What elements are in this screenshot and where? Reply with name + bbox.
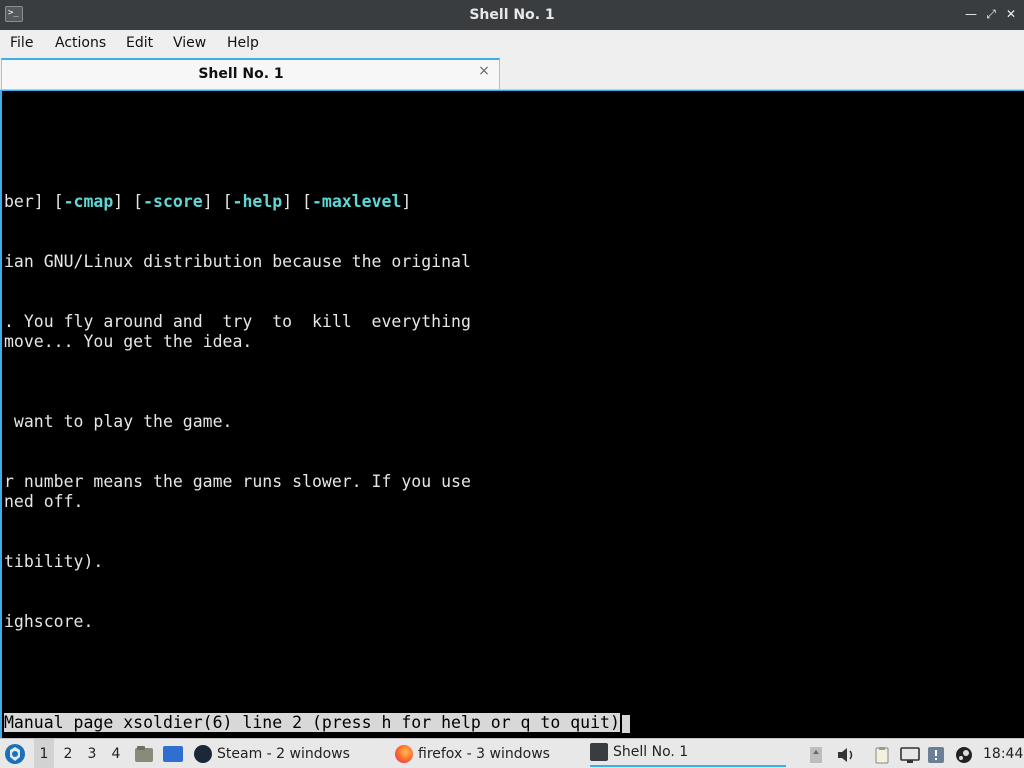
- workspace-1[interactable]: 1: [34, 739, 54, 768]
- menu-help[interactable]: Help: [227, 34, 259, 52]
- menu-bar: File Actions Edit View Help: [0, 30, 1024, 56]
- clipboard-icon[interactable]: [873, 745, 891, 764]
- task-label: Steam - 2 windows: [217, 746, 350, 762]
- notification-icon[interactable]: [927, 745, 945, 763]
- task-label: Shell No. 1: [613, 744, 689, 760]
- firefox-icon: [395, 745, 413, 763]
- tab-bar: Shell No. 1 ×: [0, 56, 1024, 90]
- close-button[interactable]: ✕: [1003, 6, 1019, 22]
- terminal-line-9: ighscore.: [4, 612, 94, 631]
- text-cursor: [621, 714, 630, 733]
- clock[interactable]: 18:44: [983, 739, 1023, 768]
- maximize-button[interactable]: ⤢: [983, 6, 999, 22]
- option-help: -help: [232, 192, 283, 211]
- tab-label: Shell No. 1: [198, 66, 284, 82]
- volume-icon[interactable]: [836, 745, 856, 763]
- steam-icon: [194, 745, 212, 763]
- menu-edit[interactable]: Edit: [126, 34, 153, 52]
- terminal-line-5: want to play the game.: [4, 412, 233, 431]
- menu-actions[interactable]: Actions: [55, 34, 106, 52]
- terminal-line-2: ian GNU/Linux distribution because the o…: [4, 252, 471, 271]
- terminal-line-3: . You fly around and try to kill everyth…: [4, 312, 471, 331]
- window-title: Shell No. 1: [469, 7, 555, 23]
- menu-view[interactable]: View: [173, 34, 206, 52]
- menu-file[interactable]: File: [10, 34, 33, 52]
- terminal-icon: [590, 743, 608, 761]
- task-label: firefox - 3 windows: [418, 746, 550, 762]
- pager-status-line: Manual page xsoldier(6) line 2 (press h …: [4, 713, 630, 733]
- app-menu-icon[interactable]: [4, 743, 26, 765]
- option-cmap: -cmap: [63, 192, 114, 211]
- workspace-4[interactable]: 4: [106, 739, 126, 768]
- terminal-line-1: ber] [-cmap] [-score] [-help] [-maxlevel…: [4, 192, 412, 211]
- task-firefox[interactable]: firefox - 3 windows: [395, 739, 550, 768]
- network-icon[interactable]: [900, 745, 920, 763]
- scroll-indicator-icon[interactable]: [808, 745, 824, 763]
- desktop-icon[interactable]: [162, 744, 184, 764]
- minimize-button[interactable]: —: [963, 6, 979, 22]
- workspace-2[interactable]: 2: [58, 739, 78, 768]
- terminal-view[interactable]: ber] [-cmap] [-score] [-help] [-maxlevel…: [0, 90, 1024, 738]
- workspace-3[interactable]: 3: [82, 739, 102, 768]
- pager-status-text: Manual page xsoldier(6) line 2 (press h …: [4, 713, 620, 732]
- task-steam[interactable]: Steam - 2 windows: [194, 739, 350, 768]
- window-titlebar[interactable]: >_ Shell No. 1 — ⤢ ✕: [0, 0, 1024, 30]
- terminal-line-7: ned off.: [4, 492, 84, 511]
- taskbar: 1 2 3 4 Steam - 2 windows firefox - 3 wi…: [0, 738, 1024, 768]
- terminal-line-6: r number means the game runs slower. If …: [4, 472, 471, 491]
- steam-tray-icon[interactable]: [955, 745, 973, 763]
- terminal-line-4: move... You get the idea.: [4, 332, 253, 351]
- option-maxlevel: -maxlevel: [312, 192, 402, 211]
- tab-close-icon[interactable]: ×: [477, 64, 491, 78]
- option-score: -score: [143, 192, 203, 211]
- terminal-line-8: tibility).: [4, 552, 104, 571]
- task-shell[interactable]: Shell No. 1: [590, 739, 786, 767]
- file-manager-icon[interactable]: [134, 744, 154, 764]
- tab-shell-1[interactable]: Shell No. 1 ×: [1, 58, 500, 89]
